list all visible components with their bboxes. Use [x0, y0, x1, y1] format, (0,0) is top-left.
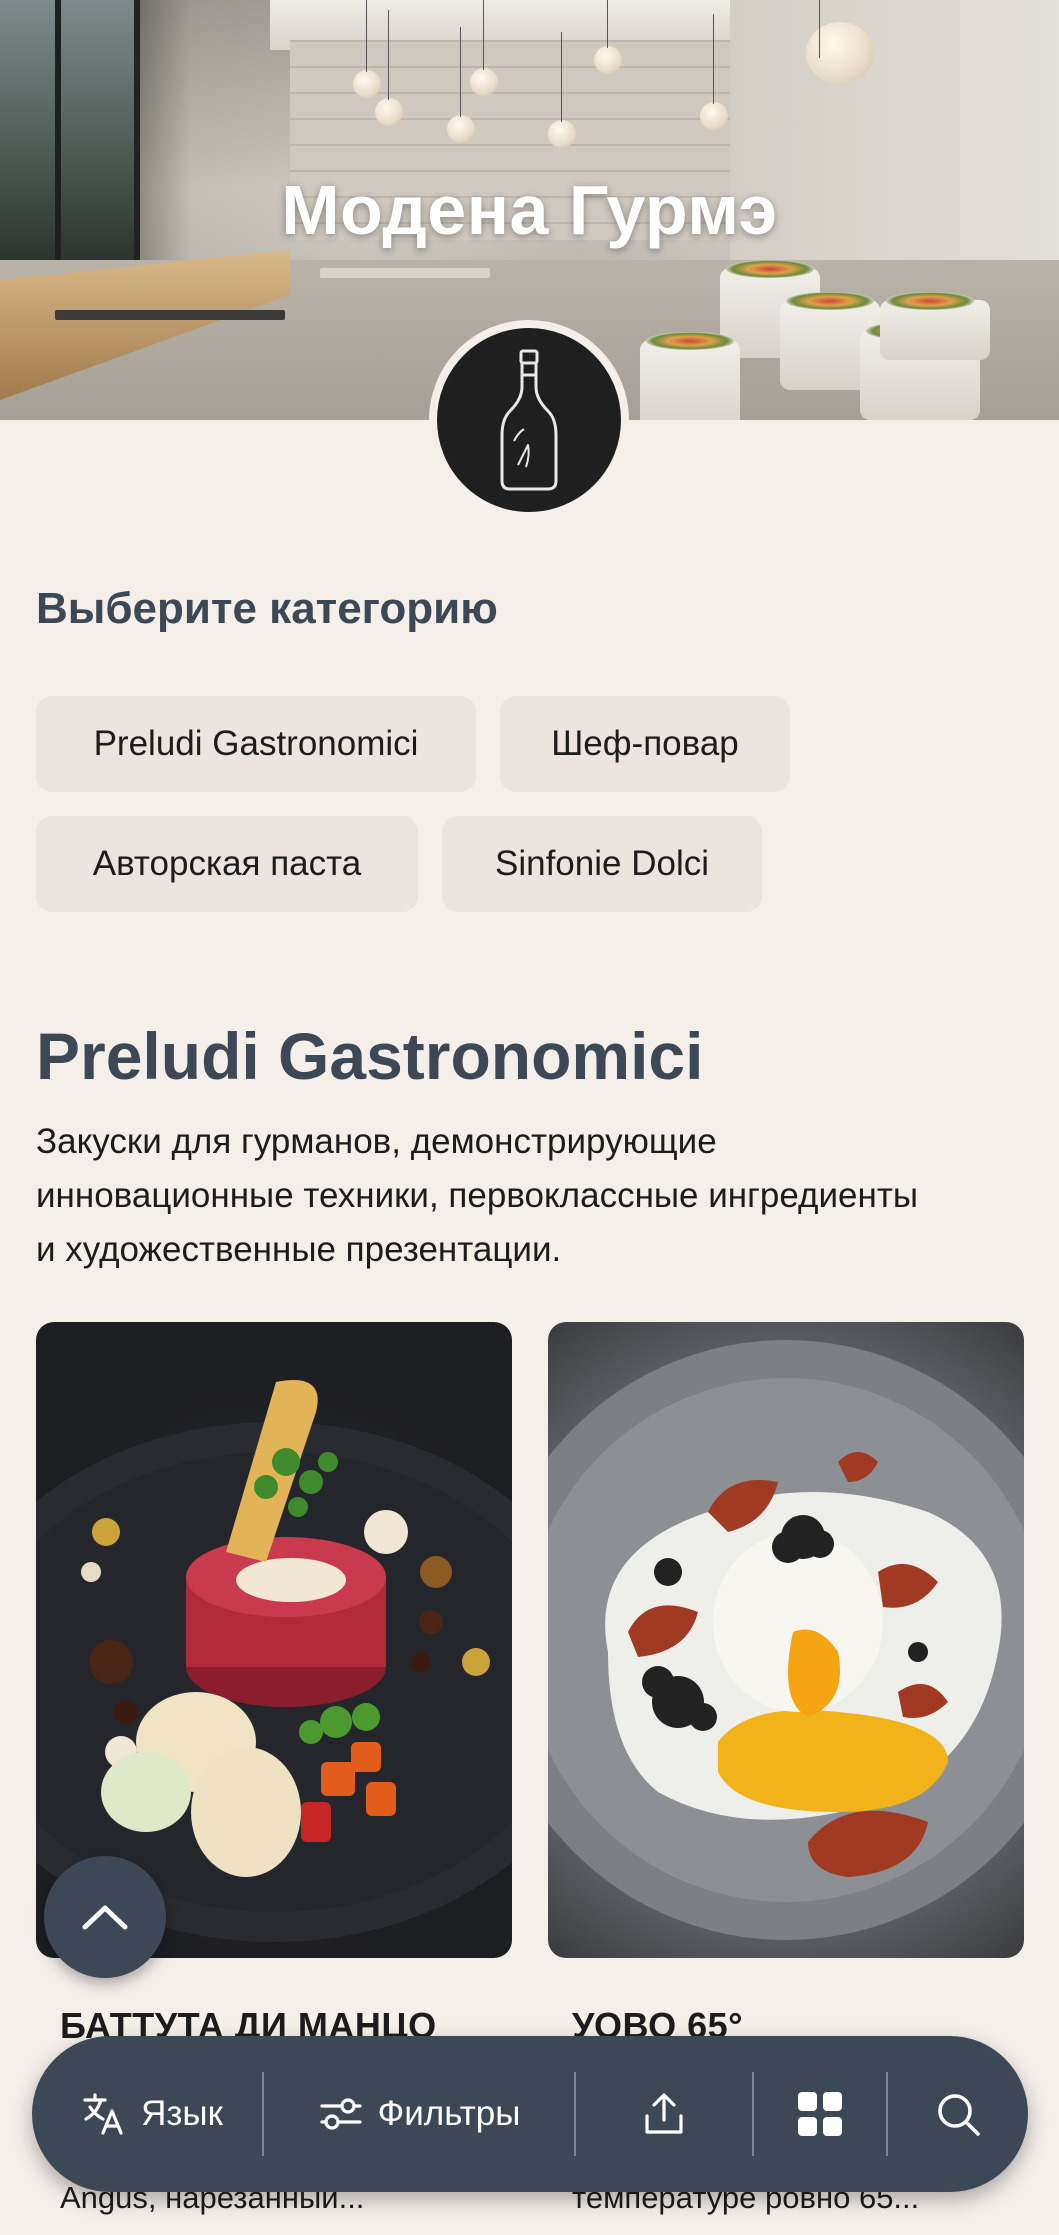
- dish-image-uovo[interactable]: [548, 1322, 1024, 1958]
- filters-label: Фильтры: [377, 2094, 521, 2133]
- language-label: Язык: [141, 2094, 223, 2133]
- egg-dish-illustration: [548, 1340, 1024, 1940]
- restaurant-title: Модена Гурмэ: [281, 171, 778, 249]
- pendant-lamp: [548, 32, 576, 148]
- section-description-line: Закуски для гурманов, демонстрирующие: [36, 1122, 717, 1161]
- buffet-pedestal: [640, 332, 740, 420]
- pendant-lamp: [806, 0, 874, 84]
- section-description-line: и художественные презентации.: [36, 1230, 562, 1269]
- chevron-up-icon: [82, 1905, 128, 1930]
- restaurant-logo: [429, 320, 629, 520]
- wine-bottle-icon: [500, 349, 558, 491]
- category-chip-label: Авторская паста: [92, 844, 362, 883]
- translate-icon: [83, 2093, 123, 2135]
- buffet-pedestal: [880, 292, 990, 360]
- category-chip-label: Шеф-повар: [551, 724, 739, 763]
- language-button[interactable]: Язык: [32, 2036, 262, 2192]
- pendant-lamp: [594, 0, 622, 74]
- pendant-lamp: [353, 0, 381, 98]
- hero-table: [55, 310, 285, 320]
- pendant-lamp: [447, 27, 475, 143]
- category-heading: Выберите категорию: [36, 584, 498, 633]
- section-title: Preludi Gastronomici: [36, 1019, 704, 1093]
- filters-button[interactable]: Фильтры: [264, 2036, 574, 2192]
- search-button[interactable]: [888, 2036, 1028, 2192]
- share-button[interactable]: [576, 2036, 752, 2192]
- hero-table: [320, 268, 490, 278]
- filters-icon: [320, 2098, 362, 2130]
- pendant-lamp: [375, 10, 403, 126]
- category-chip-preludi[interactable]: Preludi Gastronomici: [36, 696, 476, 792]
- share-icon: [645, 2093, 683, 2134]
- section-description: Закуски для гурманов, демонстрирующие ин…: [36, 1115, 1026, 1277]
- pendant-lamp: [470, 0, 498, 96]
- scroll-to-top-button[interactable]: [44, 1856, 166, 1978]
- search-icon: [938, 2094, 980, 2136]
- category-chip-label: Sinfonie Dolci: [495, 844, 709, 883]
- category-chip-dolci[interactable]: Sinfonie Dolci: [442, 816, 762, 912]
- grid-icon: [798, 2092, 842, 2136]
- category-chip-chef[interactable]: Шеф-повар: [500, 696, 790, 792]
- section-description-line: инновационные техники, первоклассные инг…: [36, 1176, 919, 1215]
- pendant-lamp: [700, 14, 728, 130]
- bottom-toolbar: Язык Фильтры: [32, 2036, 1028, 2192]
- grid-view-button[interactable]: [754, 2036, 886, 2192]
- category-chip-label: Preludi Gastronomici: [93, 724, 419, 763]
- category-chip-pasta[interactable]: Авторская паста: [36, 816, 418, 912]
